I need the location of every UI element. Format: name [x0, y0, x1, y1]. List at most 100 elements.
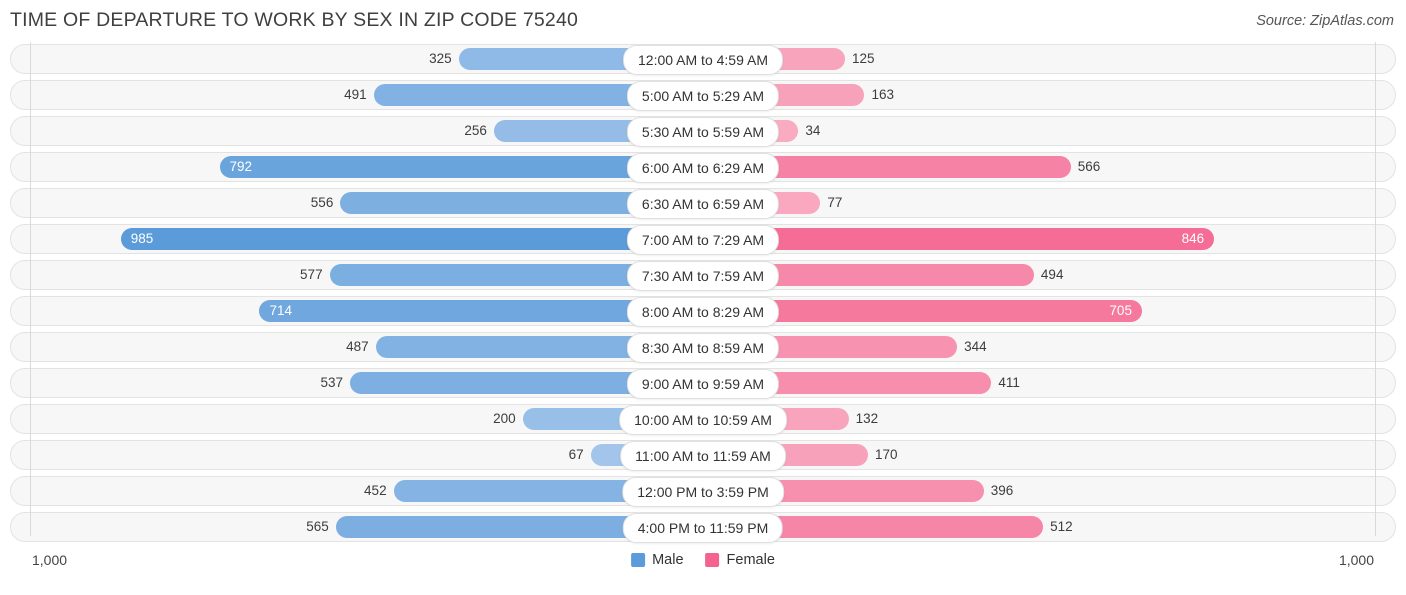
source-attribution: Source: ZipAtlas.com — [1256, 13, 1394, 29]
female-half: 566 — [703, 156, 1396, 178]
male-value-label: 985 — [130, 231, 154, 246]
female-value-label: 512 — [1050, 519, 1073, 534]
male-value-label: 487 — [346, 339, 369, 354]
female-value-label: 170 — [875, 447, 898, 462]
bar-row: 452 396 12:00 PM to 3:59 PM — [10, 474, 1396, 510]
bar-row: 577 494 7:30 AM to 7:59 AM — [10, 258, 1396, 294]
female-value-label: 396 — [990, 483, 1014, 498]
female-half: 396 — [703, 480, 1396, 502]
male-half: 200 — [10, 408, 703, 430]
female-value-label: 132 — [855, 411, 879, 426]
female-value-label: 494 — [1040, 267, 1064, 282]
category-label: 4:00 PM to 11:59 PM — [622, 513, 784, 543]
male-half: 537 — [10, 372, 703, 394]
bar-row: 565 512 4:00 PM to 11:59 PM — [10, 510, 1396, 546]
female-half: 411 — [703, 372, 1396, 394]
bar-row: 714 705 8:00 AM to 8:29 AM — [10, 294, 1396, 330]
chart-header: TIME OF DEPARTURE TO WORK BY SEX IN ZIP … — [0, 0, 1406, 42]
male-half: 556 — [10, 192, 703, 214]
bar-row: 67 170 11:00 AM to 11:59 AM — [10, 438, 1396, 474]
male-half: 577 — [10, 264, 703, 286]
legend-swatch-female — [705, 553, 720, 567]
female-half: 132 — [703, 408, 1396, 430]
axis-line-right — [1375, 42, 1376, 536]
bar-row: 491 163 5:00 AM to 5:29 AM — [10, 78, 1396, 114]
female-value-label: 163 — [871, 87, 894, 102]
category-label: 8:00 AM to 8:29 AM — [626, 297, 780, 327]
category-label: 12:00 AM to 4:59 AM — [623, 45, 783, 75]
axis-label-left-max: 1,000 — [32, 552, 68, 568]
female-half: 494 — [703, 264, 1396, 286]
female-half: 163 — [703, 84, 1396, 106]
category-label: 9:00 AM to 9:59 AM — [626, 369, 780, 399]
legend-item-male: Male — [631, 552, 684, 568]
male-half: 792 — [10, 156, 703, 178]
male-half: 714 — [10, 300, 703, 322]
legend-label-male: Male — [652, 552, 684, 568]
female-bar[interactable]: 846 — [703, 228, 1215, 250]
male-half: 487 — [10, 336, 703, 358]
male-bar[interactable]: 985 — [120, 228, 703, 250]
category-label: 10:00 AM to 10:59 AM — [619, 405, 787, 435]
male-value-label: 714 — [269, 303, 292, 318]
female-value-label: 411 — [998, 375, 1020, 390]
female-half: 170 — [703, 444, 1396, 466]
category-label: 5:00 AM to 5:29 AM — [626, 81, 780, 111]
category-label: 7:00 AM to 7:29 AM — [626, 225, 780, 255]
male-half: 985 — [10, 228, 703, 250]
bar-row: 200 132 10:00 AM to 10:59 AM — [10, 402, 1396, 438]
male-value-label: 256 — [464, 123, 487, 138]
bar-row: 325 125 12:00 AM to 4:59 AM — [10, 42, 1396, 78]
male-value-label: 325 — [429, 51, 452, 66]
bar-row: 985 846 7:00 AM to 7:29 AM — [10, 222, 1396, 258]
male-half: 67 — [10, 444, 703, 466]
female-half: 125 — [703, 48, 1396, 70]
female-value-label: 705 — [1109, 303, 1132, 318]
axis-line-left — [30, 42, 31, 536]
male-value-label: 792 — [229, 159, 253, 174]
legend-label-female: Female — [726, 552, 775, 568]
female-half: 34 — [703, 120, 1396, 142]
category-label: 5:30 AM to 5:59 AM — [626, 117, 780, 147]
chart-plot-area: 325 125 12:00 AM to 4:59 AM 491 163 5:00 AM t… — [10, 42, 1396, 546]
category-label: 11:00 AM to 11:59 AM — [620, 441, 786, 471]
female-half: 344 — [703, 336, 1396, 358]
female-half: 512 — [703, 516, 1396, 538]
male-value-label: 565 — [306, 519, 329, 534]
bar-row: 537 411 9:00 AM to 9:59 AM — [10, 366, 1396, 402]
female-value-label: 34 — [805, 123, 821, 138]
male-value-label: 577 — [300, 267, 323, 282]
male-value-label: 556 — [310, 195, 334, 210]
female-half: 846 — [703, 228, 1396, 250]
male-half: 491 — [10, 84, 703, 106]
bar-row: 487 344 8:30 AM to 8:59 AM — [10, 330, 1396, 366]
male-value-label: 491 — [344, 87, 367, 102]
bar-row: 256 34 5:30 AM to 5:59 AM — [10, 114, 1396, 150]
legend-item-female: Female — [705, 552, 775, 568]
category-label: 6:30 AM to 6:59 AM — [626, 189, 780, 219]
bar-row: 556 77 6:30 AM to 6:59 AM — [10, 186, 1396, 222]
axis-label-right-max: 1,000 — [1338, 552, 1374, 568]
category-label: 8:30 AM to 8:59 AM — [626, 333, 780, 363]
male-value-label: 452 — [364, 483, 387, 498]
category-label: 7:30 AM to 7:59 AM — [626, 261, 780, 291]
male-half: 452 — [10, 480, 703, 502]
female-half: 705 — [703, 300, 1396, 322]
female-half: 77 — [703, 192, 1396, 214]
legend-swatch-male — [631, 553, 646, 567]
female-value-label: 846 — [1181, 231, 1205, 246]
bar-rows: 325 125 12:00 AM to 4:59 AM 491 163 5:00 AM t… — [10, 42, 1396, 546]
chart-footer: 1,000 1,000 Male Female — [10, 546, 1396, 590]
female-value-label: 77 — [827, 195, 843, 210]
category-label: 6:00 AM to 6:29 AM — [626, 153, 780, 183]
male-half: 565 — [10, 516, 703, 538]
male-value-label: 537 — [320, 375, 344, 390]
page-title: TIME OF DEPARTURE TO WORK BY SEX IN ZIP … — [10, 9, 579, 31]
female-value-label: 125 — [852, 51, 875, 66]
male-half: 256 — [10, 120, 703, 142]
chart-legend: Male Female — [631, 552, 775, 568]
male-half: 325 — [10, 48, 703, 70]
male-value-label: 200 — [493, 411, 516, 426]
male-value-label: 67 — [568, 447, 584, 462]
category-label: 12:00 PM to 3:59 PM — [622, 477, 784, 507]
